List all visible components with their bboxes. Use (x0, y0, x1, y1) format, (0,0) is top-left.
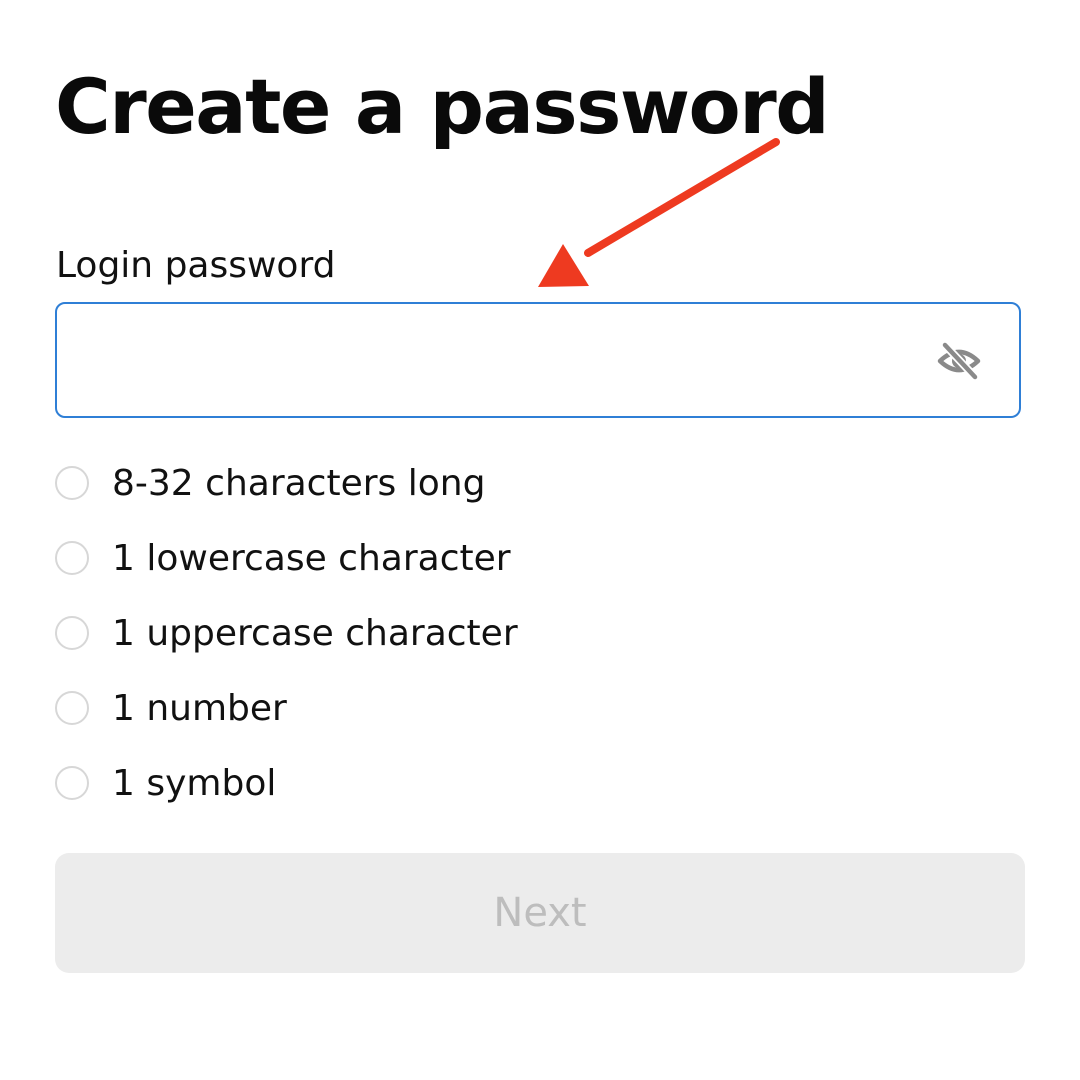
requirement-label: 8-32 characters long (112, 463, 486, 504)
requirement-unchecked-icon (55, 766, 89, 800)
eye-slash-icon[interactable] (937, 341, 981, 381)
requirement-label: 1 number (112, 688, 287, 729)
password-input[interactable] (77, 304, 917, 416)
requirement-unchecked-icon (55, 616, 89, 650)
page-title: Create a password (55, 62, 830, 151)
requirement-label: 1 symbol (112, 763, 277, 804)
password-field-label: Login password (56, 245, 336, 286)
requirement-unchecked-icon (55, 466, 89, 500)
requirement-label: 1 lowercase character (112, 538, 511, 579)
next-button[interactable]: Next (55, 853, 1025, 973)
password-field[interactable] (55, 302, 1021, 418)
requirement-unchecked-icon (55, 541, 89, 575)
requirement-unchecked-icon (55, 691, 89, 725)
requirement-label: 1 uppercase character (112, 613, 518, 654)
